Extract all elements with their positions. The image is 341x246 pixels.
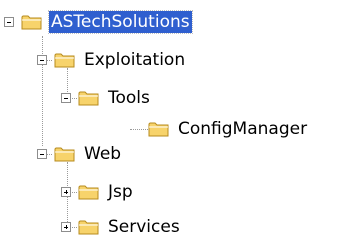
tree-node-label[interactable]: Jsp — [106, 181, 135, 203]
minus-box-icon[interactable] — [37, 149, 47, 159]
tree-node-jsp[interactable]: Jsp — [61, 177, 135, 207]
tree-node-label[interactable]: ASTechSolutions — [48, 10, 193, 34]
plus-box-icon[interactable] — [61, 222, 71, 232]
folder-icon — [54, 147, 75, 162]
tree-node-exploitation[interactable]: Exploitation — [37, 45, 187, 75]
minus-box-icon[interactable] — [4, 17, 14, 27]
tree-node-label[interactable]: ConfigManager — [176, 118, 309, 140]
folder-icon — [54, 53, 75, 68]
tree-node-label[interactable]: Web — [82, 143, 123, 165]
tree-node-tools[interactable]: Tools — [61, 83, 152, 113]
tree-node-label[interactable]: Tools — [106, 87, 152, 109]
tree-node-web[interactable]: Web — [37, 139, 123, 169]
tree-connector-line — [130, 129, 148, 130]
folder-tree: ASTechSolutions Exploitation Tools Confi… — [0, 0, 341, 246]
minus-box-icon[interactable] — [61, 93, 71, 103]
plus-box-icon[interactable] — [61, 187, 71, 197]
tree-node-label[interactable]: Services — [106, 216, 182, 238]
folder-icon — [148, 122, 169, 137]
tree-node-configmanager[interactable]: ConfigManager — [148, 114, 309, 144]
folder-icon — [78, 91, 99, 106]
tree-node-astechsolutions[interactable]: ASTechSolutions — [4, 7, 193, 37]
folder-icon — [78, 220, 99, 235]
minus-box-icon[interactable] — [37, 55, 47, 65]
tree-node-services[interactable]: Services — [61, 212, 182, 242]
folder-icon — [21, 15, 42, 30]
tree-node-label[interactable]: Exploitation — [82, 49, 187, 71]
folder-icon — [78, 185, 99, 200]
